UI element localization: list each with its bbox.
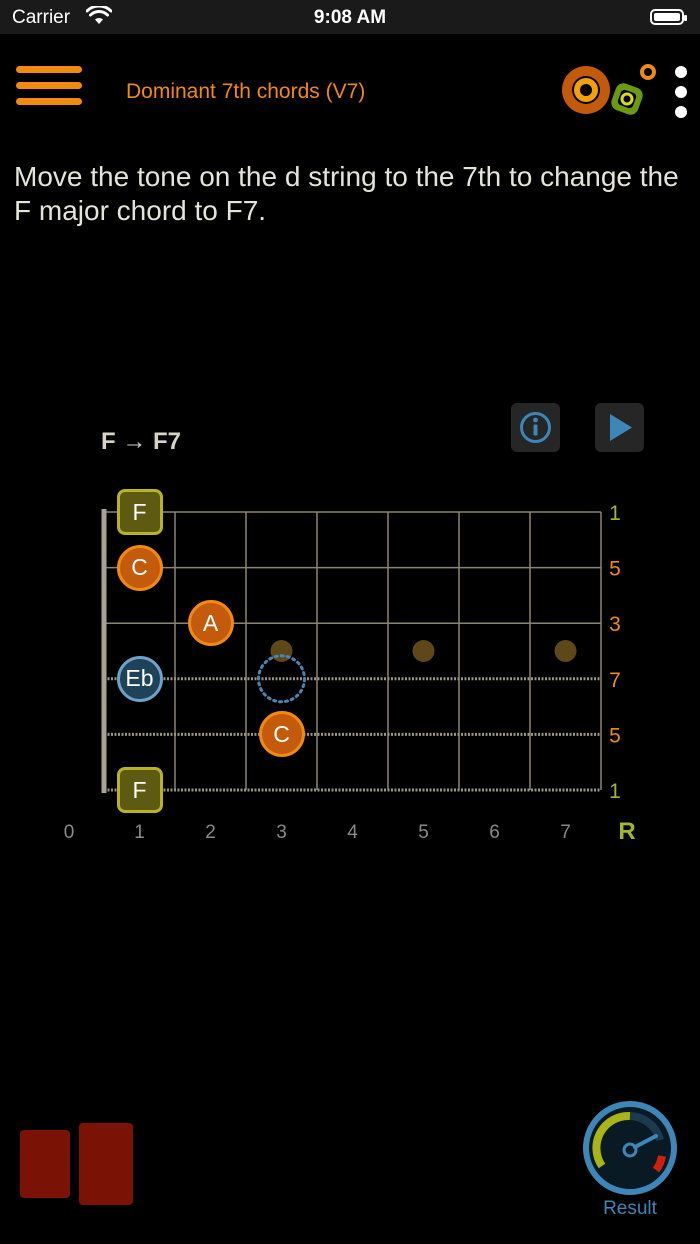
clock: 9:08 AM — [313, 7, 387, 28]
page-title: Dominant 7th chords (V7) — [126, 80, 366, 103]
note-f[interactable]: F — [116, 767, 163, 813]
chord-change-label: F → F7 — [101, 428, 182, 455]
fret-number: 4 — [347, 822, 358, 843]
app-logo-icon — [562, 64, 656, 115]
inlay-dot — [412, 640, 435, 662]
string-interval-label: 1 — [609, 780, 621, 803]
note-eb[interactable]: Eb — [116, 655, 163, 702]
fretboard: 01234567R153751 F C A Eb C F — [0, 470, 700, 860]
inlay-dot — [554, 640, 577, 662]
progress-bar-1 — [20, 1130, 70, 1198]
note-c[interactable]: C — [258, 711, 305, 758]
instruction-text: Move the tone on the d string to the 7th… — [14, 161, 679, 226]
play-icon — [610, 414, 632, 441]
note-c[interactable]: C — [116, 544, 163, 591]
result-label: Result — [603, 1198, 657, 1219]
string-interval-label: 5 — [609, 558, 621, 581]
result-gauge-icon — [583, 1101, 677, 1195]
fretboard-grid: 0 1 2 3 4 5 6 7 R 1 5 3 7 5 1 — [64, 502, 636, 845]
vertical-ellipsis-icon[interactable] — [672, 64, 690, 120]
string-interval-label: 7 — [609, 669, 621, 692]
string-interval-label: 3 — [609, 613, 621, 636]
info-icon — [520, 412, 551, 443]
fret-number: 3 — [276, 822, 287, 843]
fret-number: 1 — [134, 822, 145, 843]
fret-number: 6 — [489, 822, 500, 843]
result-button[interactable]: Result — [580, 1100, 680, 1220]
battery-icon — [650, 9, 687, 25]
hamburger-menu-icon[interactable] — [16, 66, 82, 120]
note-f[interactable]: F — [116, 489, 163, 535]
note-a[interactable]: A — [187, 600, 234, 647]
fret-number: 7 — [560, 822, 571, 843]
string-interval-label: 1 — [609, 502, 621, 525]
interval-header: R — [618, 818, 635, 845]
status-bar: Carrier 9:08 AM — [0, 0, 700, 34]
progress-bars — [20, 1123, 133, 1205]
fret-number: 5 — [418, 822, 429, 843]
string-interval-label: 5 — [609, 724, 621, 747]
play-button[interactable] — [595, 403, 644, 452]
fret-number: 2 — [205, 822, 216, 843]
info-button[interactable] — [511, 403, 560, 452]
fret-number: 0 — [64, 822, 75, 843]
progress-bar-2 — [79, 1123, 133, 1205]
